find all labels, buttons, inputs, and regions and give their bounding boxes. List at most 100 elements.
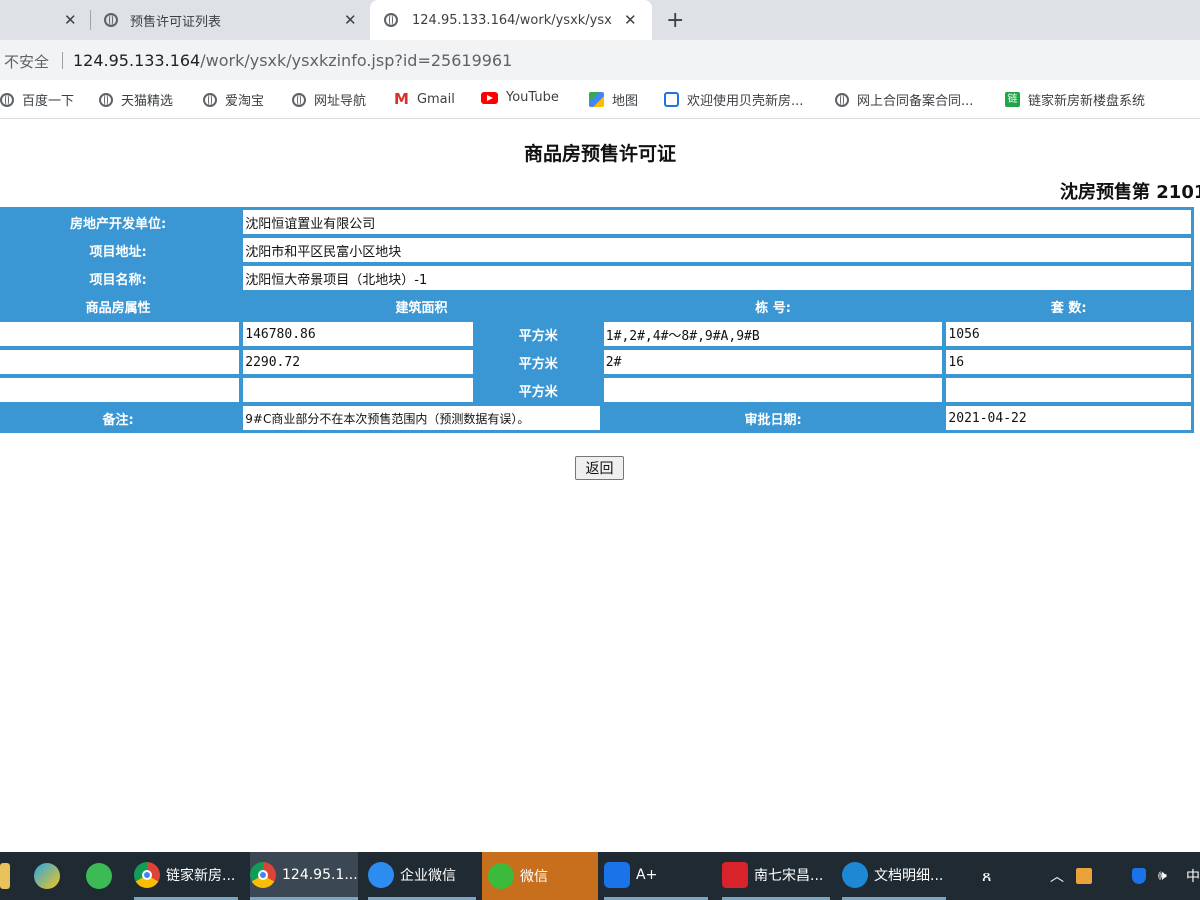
area-cell: 146780.86 — [242, 321, 474, 347]
table-row: 146780.86 平方米 1#,2#,4#～8#,9#A,9#B 1056 — [0, 321, 1192, 347]
unit-label: 平方米 — [475, 349, 601, 375]
bookmark-label: 欢迎使用贝壳新房... — [687, 94, 804, 109]
bookmark-beike[interactable]: 欢迎使用贝壳新房... — [664, 90, 803, 109]
lianjia-icon: 链 — [1005, 92, 1020, 107]
youtube-icon — [481, 91, 498, 104]
permit-number: 沈房预售第 2101 — [1060, 182, 1200, 203]
bookmark-aitaobao[interactable]: 爱淘宝 — [203, 90, 264, 109]
divider — [62, 52, 63, 69]
bookmark-contract[interactable]: 网上合同备案合同... — [835, 90, 973, 109]
address-label: 项目地址: — [0, 237, 241, 263]
taskbar: 链家新房... 124.95.1... 企业微信 微信 A+ 南七宋昌... 文… — [0, 852, 1200, 900]
tab-permit-list[interactable]: 预售许可证列表 ✕ — [92, 0, 368, 40]
media-player-icon — [34, 863, 60, 889]
table-row: 平方米 — [0, 377, 1192, 403]
chevron-up-icon[interactable]: ︿ — [1050, 852, 1064, 900]
area-cell — [242, 377, 474, 403]
taskbar-label: 124.95.1... — [282, 866, 358, 883]
map-icon — [589, 92, 604, 107]
approval-label: 审批日期: — [602, 405, 944, 431]
bookmark-youtube[interactable]: YouTube — [481, 90, 559, 105]
tab-unknown[interactable]: ✕ — [0, 0, 90, 40]
back-button[interactable]: 返回 — [575, 456, 624, 480]
aplus-icon — [604, 861, 630, 888]
taskbar-label: 企业微信 — [400, 867, 456, 884]
taskbar-ie[interactable]: 文档明细... — [842, 852, 946, 900]
building-cell: 2# — [602, 349, 944, 375]
wechat-icon — [488, 863, 514, 889]
globe-icon — [0, 92, 14, 107]
remark-label: 备注: — [0, 405, 241, 431]
bookmark-tmall[interactable]: 天猫精选 — [99, 90, 173, 109]
bookmark-label: 天猫精选 — [121, 94, 174, 109]
unit-label: 平方米 — [475, 377, 601, 403]
close-icon[interactable]: ✕ — [344, 11, 357, 29]
taskbar-chrome-lianjia[interactable]: 链家新房... — [134, 852, 238, 900]
property-type-cell — [0, 377, 241, 403]
bookmark-label: 百度一下 — [22, 94, 75, 109]
bookmark-label: 地图 — [612, 94, 639, 109]
tray-app-icon[interactable] — [1076, 852, 1092, 900]
permit-table: 房地产开发单位: 沈阳恒谊置业有限公司 项目地址: 沈阳市和平区民富小区地块 项… — [0, 207, 1194, 433]
units-cell: 16 — [945, 349, 1192, 375]
taskbar-wps[interactable]: 南七宋昌... — [722, 852, 830, 900]
bookmark-gmail[interactable]: M Gmail — [394, 90, 455, 108]
ie-icon — [842, 861, 868, 888]
taskbar-green-app[interactable] — [86, 852, 118, 900]
tab-title: 124.95.133.164/work/ysxk/ysxk — [412, 12, 612, 28]
bookmark-label: Gmail — [416, 91, 455, 107]
taskbar-label: 文档明细... — [874, 867, 944, 884]
approval-date: 2021-04-22 — [945, 405, 1192, 431]
address-value: 沈阳市和平区民富小区地块 — [242, 237, 1192, 263]
globe-icon — [203, 92, 217, 107]
globe-icon — [835, 92, 849, 107]
tab-permit-detail[interactable]: 124.95.133.164/work/ysxk/ysxk ✕ — [370, 0, 652, 40]
unit-label: 平方米 — [475, 321, 601, 347]
security-indicator[interactable]: 不安全 — [4, 51, 49, 72]
developer-value: 沈阳恒谊置业有限公司 — [242, 209, 1192, 235]
taskbar-label: 微信 — [520, 869, 548, 885]
shield-icon[interactable] — [1132, 852, 1146, 900]
table-row: 2290.72 平方米 2# 16 — [0, 349, 1192, 375]
close-icon[interactable]: ✕ — [64, 11, 77, 29]
taskbar-wecom[interactable]: 企业微信 — [368, 852, 476, 900]
ime-indicator[interactable]: 中 — [1186, 852, 1200, 900]
url-host: 124.95.133.164 — [73, 51, 201, 70]
taskbar-app[interactable] — [0, 852, 16, 900]
taskbar-media-player[interactable] — [34, 852, 66, 900]
bookmark-label: YouTube — [506, 90, 559, 105]
volume-icon[interactable]: 🕪 — [1158, 852, 1167, 900]
beike-icon — [664, 92, 679, 107]
bookmark-label: 链家新房新楼盘系统 — [1028, 94, 1146, 109]
chrome-icon — [134, 861, 160, 888]
close-icon[interactable]: ✕ — [624, 11, 637, 29]
address-bar[interactable]: 不安全 124.95.133.164/work/ysxk/ysxkzinfo.j… — [0, 40, 1200, 80]
bookmark-lianjia[interactable]: 链链家新房新楼盘系统 — [1005, 90, 1145, 109]
units-cell: 1056 — [945, 321, 1192, 347]
bookmark-nav[interactable]: 网址导航 — [292, 90, 366, 109]
bookmark-baidu[interactable]: 百度一下 — [0, 90, 74, 109]
chrome-icon — [250, 861, 276, 888]
tab-strip: ✕ 预售许可证列表 ✕ 124.95.133.164/work/ysxk/ysx… — [0, 0, 1200, 40]
taskbar-aplus[interactable]: A+ — [604, 852, 708, 900]
new-tab-button[interactable]: + — [666, 8, 684, 33]
building-header: 栋 号: — [602, 293, 944, 319]
app-icon — [0, 863, 10, 889]
url-path: /work/ysxk/ysxkzinfo.jsp?id=25619961 — [200, 51, 513, 70]
gmail-icon: M — [394, 90, 409, 108]
url-field[interactable]: 124.95.133.164/work/ysxk/ysxkzinfo.jsp?i… — [73, 51, 512, 70]
tab-title: 预售许可证列表 — [130, 14, 222, 30]
bookmark-label: 网上合同备案合同... — [857, 94, 974, 109]
project-label: 项目名称: — [0, 265, 241, 291]
taskbar-chrome-current[interactable]: 124.95.1... — [250, 852, 358, 900]
wecom-icon — [368, 861, 394, 888]
property-type-cell — [0, 349, 241, 375]
taskbar-wechat[interactable]: 微信 — [482, 852, 598, 900]
bookmarks-bar: 百度一下 天猫精选 爱淘宝 网址导航 M Gmail YouTube 地图 欢迎使… — [0, 80, 1200, 119]
globe-icon — [99, 92, 113, 107]
wps-icon — [722, 861, 748, 888]
globe-icon — [104, 13, 118, 27]
bookmark-map[interactable]: 地图 — [589, 90, 638, 109]
globe-icon — [384, 13, 398, 27]
people-icon[interactable]: ጸ — [982, 852, 991, 900]
